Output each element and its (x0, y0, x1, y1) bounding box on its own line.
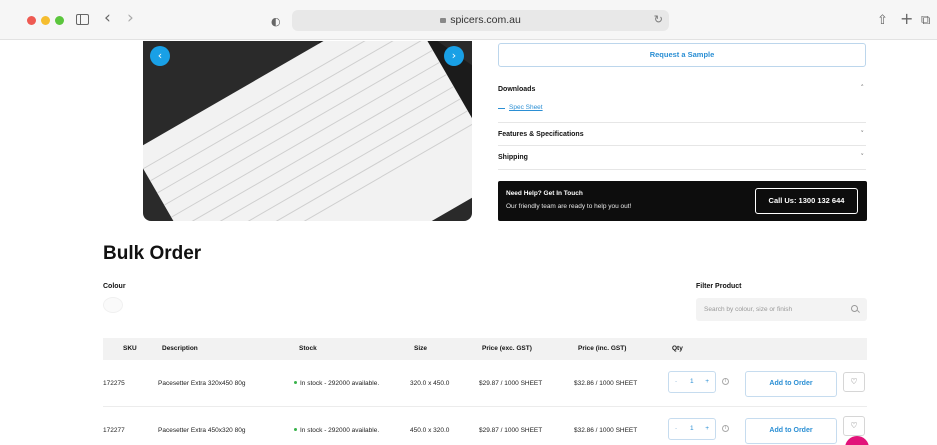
chevron-down-icon[interactable]: ˅ (861, 130, 865, 138)
column-description: Description (162, 345, 198, 352)
qty-decrement-button[interactable]: - (675, 378, 677, 385)
paper-pad-illustration (143, 41, 472, 221)
downloads-accordion[interactable]: Downloads ˄ (498, 80, 866, 123)
share-icon[interactable]: ⇧ (877, 12, 888, 30)
column-price-exc: Price (exc. GST) (482, 345, 532, 352)
wishlist-heart-icon[interactable]: ♡ (843, 372, 865, 392)
spec-sheet-label: Spec Sheet (509, 104, 543, 111)
row-size: 320.0 x 450.0 (410, 380, 450, 387)
column-sku: SKU (123, 345, 137, 352)
column-qty: Qty (672, 345, 683, 352)
call-us-button[interactable]: Call Us: 1300 132 644 (755, 188, 858, 214)
table-row: 172275 Pacesetter Extra 320x450 80g In s… (103, 361, 867, 407)
chevron-up-icon[interactable]: ˄ (861, 84, 865, 92)
privacy-shield-icon[interactable]: ◐ (271, 13, 281, 31)
product-image (143, 41, 472, 221)
sidebar-toggle-icon[interactable] (76, 14, 89, 25)
info-icon[interactable]: i (722, 378, 729, 385)
wishlist-heart-icon[interactable]: ♡ (843, 416, 865, 436)
column-price-inc: Price (inc. GST) (578, 345, 627, 352)
row-size: 450.0 x 320.0 (410, 427, 450, 434)
in-stock-dot (294, 428, 297, 431)
carousel-next-button[interactable]: › (444, 46, 464, 66)
close-window-button[interactable] (27, 16, 36, 25)
features-title: Features & Specifications (498, 131, 584, 138)
lock-icon (440, 18, 447, 23)
bulk-order-title: Bulk Order (103, 243, 202, 264)
row-stock: In stock - 292000 available. (294, 380, 379, 387)
chevron-down-icon[interactable]: ˅ (861, 153, 865, 161)
info-icon[interactable]: i (722, 425, 729, 432)
shipping-accordion[interactable]: Shipping ˅ (498, 146, 866, 170)
tab-overview-icon[interactable]: ⧉ (921, 12, 930, 30)
address-bar[interactable]: spicers.com.au ↻ (292, 10, 669, 31)
in-stock-dot (294, 381, 297, 384)
row-sku: 172277 (103, 427, 125, 434)
row-price-inc: $32.86 / 1000 SHEET (574, 427, 638, 434)
add-to-order-button[interactable]: Add to Order (745, 371, 837, 397)
colour-label: Colour (103, 283, 126, 290)
row-sku: 172275 (103, 380, 125, 387)
forward-icon[interactable]: › (127, 9, 134, 27)
colour-swatch[interactable] (103, 297, 123, 313)
qty-increment-button[interactable]: + (705, 378, 709, 385)
spec-sheet-link[interactable]: Spec Sheet (498, 103, 543, 111)
table-row: 172277 Pacesetter Extra 450x320 80g In s… (103, 408, 867, 445)
maximize-window-button[interactable] (55, 16, 64, 25)
row-price-exc: $29.87 / 1000 SHEET (479, 380, 543, 387)
browser-toolbar: ‹ › ◐ spicers.com.au ↻ ⇧ + ⧉ (0, 0, 937, 40)
qty-value[interactable]: 1 (690, 425, 694, 432)
quantity-stepper[interactable]: - 1 + (668, 371, 716, 393)
search-icon[interactable] (851, 305, 858, 312)
back-icon[interactable]: ‹ (104, 9, 111, 27)
download-icon (498, 103, 505, 109)
help-title: Need Help? Get In Touch (506, 190, 583, 197)
row-stock-text: In stock - 292000 available. (300, 380, 380, 387)
filter-search-input[interactable] (696, 298, 867, 321)
add-to-order-button[interactable]: Add to Order (745, 418, 837, 444)
url-text: spicers.com.au (450, 14, 521, 26)
help-banner: Need Help? Get In Touch Our friendly tea… (498, 181, 867, 221)
reload-icon[interactable]: ↻ (654, 13, 663, 26)
quantity-stepper[interactable]: - 1 + (668, 418, 716, 440)
row-description: Pacesetter Extra 450x320 80g (158, 427, 246, 434)
row-stock-text: In stock - 292000 available. (300, 427, 380, 434)
minimize-window-button[interactable] (41, 16, 50, 25)
column-size: Size (414, 345, 428, 352)
qty-value[interactable]: 1 (690, 378, 694, 385)
column-stock: Stock (299, 345, 317, 352)
qty-decrement-button[interactable]: - (675, 425, 677, 432)
features-accordion[interactable]: Features & Specifications ˅ (498, 123, 866, 146)
row-price-inc: $32.86 / 1000 SHEET (574, 380, 638, 387)
row-price-exc: $29.87 / 1000 SHEET (479, 427, 543, 434)
downloads-title: Downloads (498, 86, 536, 93)
table-header: SKU Description Stock Size Price (exc. G… (103, 338, 867, 360)
help-subtitle: Our friendly team are ready to help you … (506, 203, 632, 210)
new-tab-icon[interactable]: + (900, 10, 913, 28)
carousel-prev-button[interactable]: ‹ (150, 46, 170, 66)
qty-increment-button[interactable]: + (705, 425, 709, 432)
shipping-title: Shipping (498, 154, 528, 161)
request-sample-button[interactable]: Request a Sample (498, 43, 866, 67)
row-stock: In stock - 292000 available. (294, 427, 379, 434)
filter-product-label: Filter Product (696, 283, 742, 290)
row-description: Pacesetter Extra 320x450 80g (158, 380, 246, 387)
